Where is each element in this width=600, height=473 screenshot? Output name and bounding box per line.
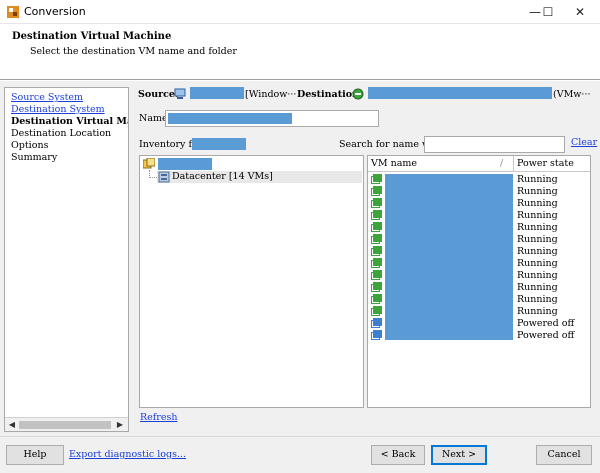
table-row[interactable]: Running [368, 246, 590, 258]
power-state-cell: Running [517, 198, 558, 209]
power-state-cell: Powered off [517, 330, 575, 341]
scroll-thumb[interactable] [19, 421, 111, 429]
vm-powered-on-icon [371, 234, 382, 244]
source-host-redacted [190, 87, 244, 99]
cancel-button[interactable]: Cancel [536, 445, 592, 465]
table-row[interactable]: Running [368, 222, 590, 234]
step-destination-system[interactable]: Destination System [11, 104, 105, 115]
datacenter-label[interactable]: Datacenter [14 VMs] [172, 171, 273, 182]
window-title: Conversion [24, 5, 86, 18]
power-state-cell: Running [517, 282, 558, 293]
source-label: Source: [138, 89, 179, 100]
wizard-header: Destination Virtual Machine Select the d… [0, 24, 600, 80]
page-title: Destination Virtual Machine [12, 31, 172, 42]
next-button[interactable]: Next > [431, 445, 487, 465]
vm-list-header: VM name / Power state [368, 156, 590, 172]
vcenter-tree-icon[interactable] [143, 158, 155, 170]
wizard-steps-panel: Source System Destination System Destina… [4, 87, 129, 432]
vm-powered-on-icon [371, 282, 382, 292]
sort-indicator-icon: / [500, 158, 504, 169]
inventory-host-redacted [192, 138, 246, 150]
wizard-footer: Help Export diagnostic logs... < Back Ne… [0, 436, 600, 473]
search-input[interactable] [424, 136, 565, 153]
steps-horizontal-scrollbar[interactable]: ◀ ▶ [5, 417, 128, 431]
vm-powered-off-icon [371, 330, 382, 340]
vm-powered-on-icon [371, 258, 382, 268]
col-vm-name[interactable]: VM name [371, 158, 417, 169]
table-row[interactable]: Running [368, 234, 590, 246]
table-row[interactable]: Running [368, 210, 590, 222]
power-state-cell: Running [517, 270, 558, 281]
step-destination-virtual-machine: Destination Virtual Machine [11, 116, 128, 127]
table-row[interactable]: Powered off [368, 318, 590, 330]
help-button[interactable]: Help [6, 445, 64, 465]
table-row[interactable]: Running [368, 198, 590, 210]
step-summary: Summary [11, 152, 58, 163]
power-state-cell: Powered off [517, 318, 575, 329]
col-power-state[interactable]: Power state [517, 158, 574, 169]
datacenter-icon [158, 171, 170, 183]
power-state-cell: Running [517, 294, 558, 305]
converter-app-icon [7, 6, 19, 18]
table-row[interactable]: Running [368, 282, 590, 294]
vm-powered-on-icon [371, 306, 382, 316]
power-state-cell: Running [517, 246, 558, 257]
vcenter-name-redacted[interactable] [158, 158, 212, 170]
power-state-cell: Running [517, 234, 558, 245]
vm-powered-on-icon [371, 270, 382, 280]
vm-powered-on-icon [371, 210, 382, 220]
back-button-label: < Back [380, 449, 416, 460]
close-button[interactable]: ✕ [560, 0, 600, 24]
clear-link[interactable]: Clear [571, 137, 597, 148]
tree-connector [149, 177, 157, 178]
step-destination-location: Destination Location [11, 128, 112, 139]
power-state-cell: Running [517, 210, 558, 221]
next-button-label: Next > [441, 449, 477, 460]
refresh-link[interactable]: Refresh [140, 412, 177, 423]
table-row[interactable]: Running [368, 270, 590, 282]
power-state-cell: Running [517, 306, 558, 317]
table-row[interactable]: Running [368, 306, 590, 318]
step-source-system[interactable]: Source System [11, 92, 83, 103]
table-row[interactable]: Running [368, 186, 590, 198]
vm-powered-on-icon [371, 246, 382, 256]
help-button-label: Help [23, 449, 47, 460]
step-options: Options [11, 140, 49, 151]
scroll-left-arrow-icon[interactable]: ◀ [7, 420, 17, 430]
export-logs-link[interactable]: Export diagnostic logs... [69, 449, 186, 460]
destination-host-redacted [368, 87, 552, 99]
power-state-cell: Running [517, 222, 558, 233]
column-separator[interactable] [513, 156, 514, 172]
power-state-cell: Running [517, 174, 558, 185]
power-state-cell: Running [517, 186, 558, 197]
title-bar: Conversion — ☐ ✕ [0, 0, 600, 24]
table-row[interactable]: Powered off [368, 330, 590, 342]
vcenter-icon [352, 88, 364, 100]
wizard-body: Source System Destination System Destina… [0, 81, 600, 436]
table-row[interactable]: Running [368, 174, 590, 186]
cancel-button-label: Cancel [547, 449, 581, 460]
vm-name-input[interactable] [165, 110, 379, 127]
vm-powered-on-icon [371, 174, 382, 184]
source-value: [Window··· [245, 89, 297, 100]
table-row[interactable]: Running [368, 294, 590, 306]
vm-powered-on-icon [371, 186, 382, 196]
physical-machine-icon [174, 88, 186, 99]
vm-powered-on-icon [371, 294, 382, 304]
inventory-tree: Datacenter [14 VMs] [139, 155, 364, 408]
vm-list-table: VM name / Power state Running Running Runn… [367, 155, 591, 408]
destination-value: (VMw··· [553, 89, 591, 100]
vm-powered-on-icon [371, 222, 382, 232]
vm-powered-off-icon [371, 318, 382, 328]
table-row[interactable]: Running [368, 258, 590, 270]
scroll-right-arrow-icon[interactable]: ▶ [115, 420, 125, 430]
vm-powered-on-icon [371, 198, 382, 208]
vm-name-redacted [168, 113, 292, 124]
power-state-cell: Running [517, 258, 558, 269]
back-button[interactable]: < Back [371, 445, 425, 465]
page-subtitle: Select the destination VM name and folde… [30, 46, 237, 57]
